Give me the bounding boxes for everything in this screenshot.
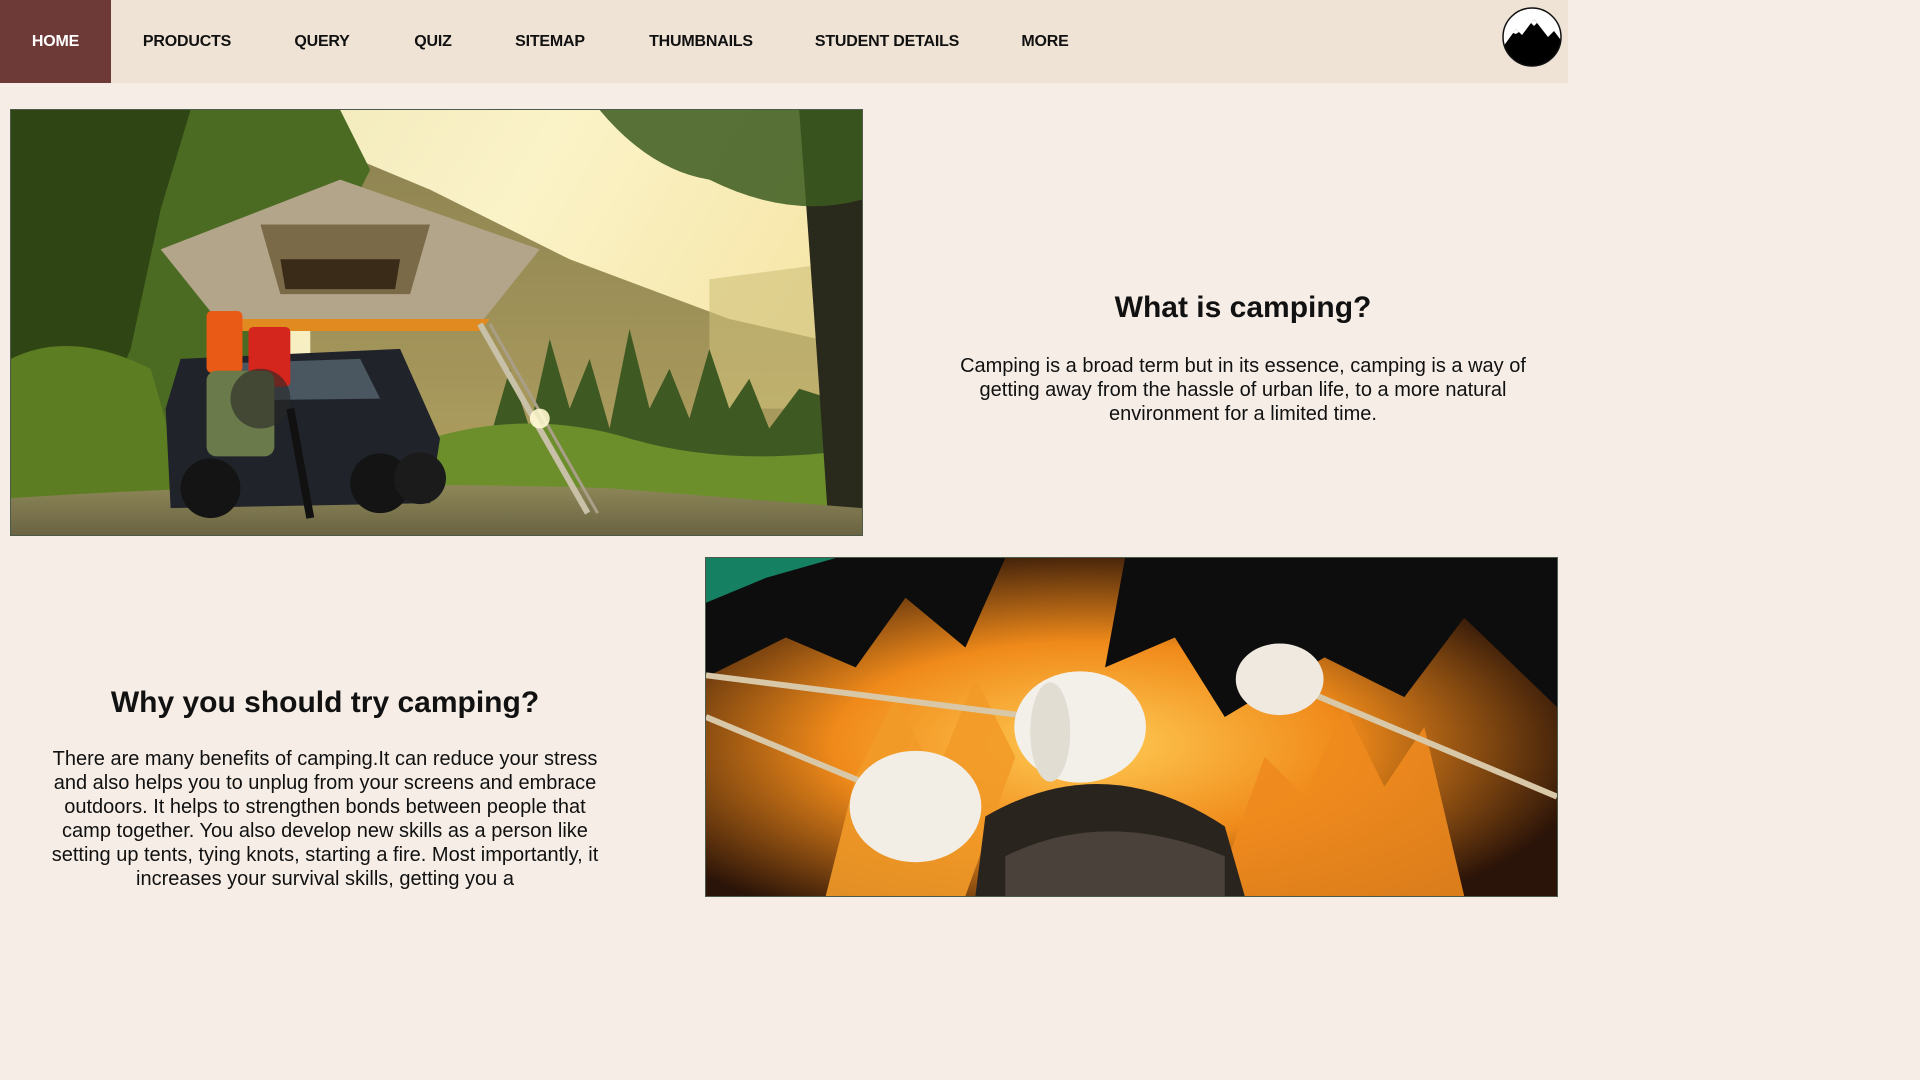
section-what-is-camping: What is camping? Camping is a broad term… (960, 290, 1526, 426)
nav-student-details[interactable]: STUDENT DETAILS (800, 0, 974, 83)
nav-more[interactable]: MORE (1008, 0, 1082, 83)
section-title: Why you should try camping? (110, 686, 540, 719)
nav-quiz[interactable]: QUIZ (400, 0, 466, 83)
top-navbar: HOME PRODUCTS QUERY QUIZ SITEMAP THUMBNA… (0, 0, 1568, 83)
nav-sitemap[interactable]: SITEMAP (500, 0, 600, 83)
nav-home[interactable]: HOME (0, 0, 111, 83)
mountain-logo-icon[interactable] (1502, 7, 1562, 67)
section-body: There are many benefits of camping.It ca… (51, 748, 599, 890)
section-why-try-camping: Why you should try camping? There are ma… (50, 685, 600, 891)
nav-thumbnails[interactable]: THUMBNAILS (634, 0, 768, 83)
nav-query[interactable]: QUERY (280, 0, 364, 83)
roasting-marshmallows-photo (705, 557, 1558, 897)
camping-car-tent-photo (10, 109, 863, 536)
section-title: What is camping? (1114, 291, 1372, 324)
section-body: Camping is a broad term but in its essen… (960, 355, 1526, 425)
nav-products[interactable]: PRODUCTS (128, 0, 246, 83)
